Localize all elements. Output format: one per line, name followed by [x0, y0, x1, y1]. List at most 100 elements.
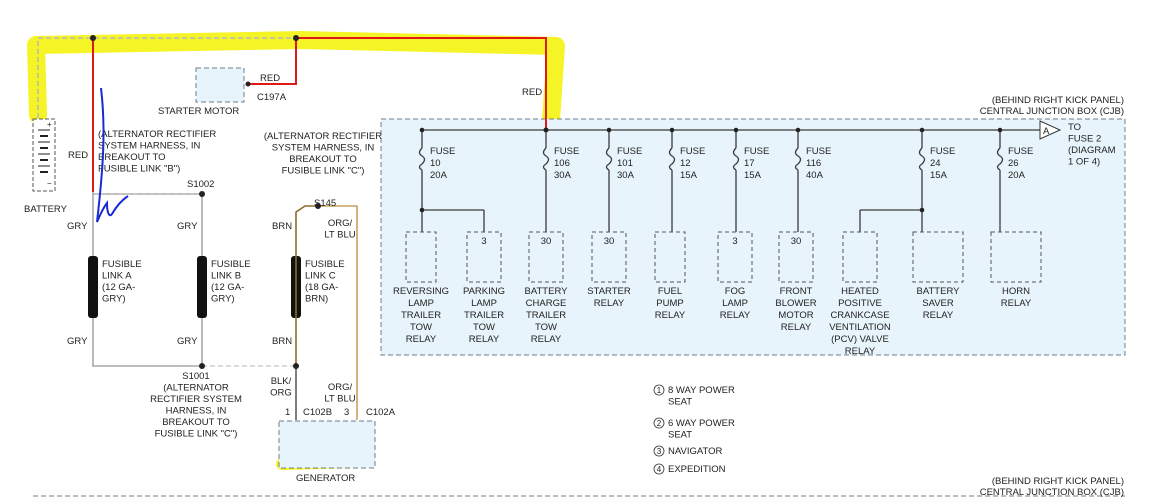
wire-blk-org-label: ORG	[270, 388, 292, 399]
red-wire-label-cjb: RED	[522, 87, 542, 98]
red-wire-label-starter: RED	[260, 73, 280, 84]
fuse-number: 10	[430, 158, 441, 169]
relay-label: RELAY	[655, 310, 686, 321]
alt-harness-c-note-bottom: HARNESS, IN	[166, 406, 227, 417]
fuse-amperage: 15A	[744, 170, 762, 181]
fuse-name: FUSE	[617, 146, 642, 157]
relay-label: (PCV) VALVE	[831, 334, 889, 345]
relay-pin: 3	[732, 236, 737, 247]
svg-text:+: +	[47, 120, 52, 129]
generator-label: GENERATOR	[296, 473, 355, 484]
fuse-name: FUSE	[430, 146, 455, 157]
alt-harness-b-note: (ALTERNATOR RECTIFIER	[98, 129, 216, 140]
relay-pin: 3	[481, 236, 486, 247]
wire-gry-label: GRY	[177, 336, 198, 347]
alt-harness-c-note-bottom: RECTIFIER SYSTEM	[150, 394, 242, 405]
relay-label: RELAY	[469, 334, 500, 345]
connector-a-label: A	[1043, 126, 1050, 137]
legend-number: 3	[657, 447, 662, 456]
fuse-number: 12	[680, 158, 691, 169]
relay-label: BATTERY	[525, 286, 569, 297]
alt-harness-c-note: BREAKOUT TO	[289, 154, 357, 165]
fuse-bus-node	[419, 127, 425, 133]
relay-label: CHARGE	[526, 298, 567, 309]
fuse-amperage: 15A	[930, 170, 948, 181]
relay-label: TOW	[535, 322, 557, 333]
to-fuse2-note: FUSE 2	[1068, 134, 1101, 145]
alt-harness-c-note-bottom: FUSIBLE LINK "C")	[155, 429, 238, 440]
relay-label: FUEL	[658, 286, 682, 297]
relay-label: HORN	[1002, 286, 1030, 297]
wire-blk-org-label: BLK/	[271, 376, 292, 387]
relay-pin: 30	[604, 236, 615, 247]
wiring-diagram: + − FUSE1020AFUSE10630AFUSE10130AFUSE121…	[24, 31, 1126, 498]
fusible-link-b-label: (12 GA-	[211, 282, 244, 293]
relay-box	[990, 231, 1042, 283]
relay-label: RELAY	[406, 334, 437, 345]
relay-label: SAVER	[922, 298, 954, 309]
relay-label: RELAY	[594, 298, 625, 309]
fuse-amperage: 40A	[806, 170, 824, 181]
splice-s145-label: S145	[314, 198, 336, 209]
relay-label: POSITIVE	[838, 298, 882, 309]
to-fuse2-note: 1 OF 4)	[1068, 157, 1100, 168]
relay-label: FRONT	[780, 286, 813, 297]
relay-label: RELAY	[531, 334, 562, 345]
legend-text: SEAT	[668, 430, 692, 441]
fusible-link-b-label: FUSIBLE	[211, 259, 251, 270]
relay-pin: 30	[541, 236, 552, 247]
fusible-link-a-label: FUSIBLE	[102, 259, 142, 270]
relay-label: CRANKCASE	[830, 310, 889, 321]
relay-label: PUMP	[656, 298, 683, 309]
starter-motor-label: STARTER MOTOR	[158, 106, 239, 117]
fuse-bus-node	[795, 127, 801, 133]
relay-box	[405, 231, 437, 283]
wire-brn-label: BRN	[272, 336, 292, 347]
fuse-amperage: 20A	[430, 170, 448, 181]
fusible-link-b-label: LINK B	[211, 271, 241, 282]
wire-org-lt-blu-label: ORG/	[328, 218, 353, 229]
splice-s1001	[199, 363, 205, 369]
legend-text: SEAT	[668, 397, 692, 408]
wire-org-lt-blu-label: LT BLU	[324, 230, 355, 241]
relay-label: RELAY	[720, 310, 751, 321]
fusible-link-b-label: GRY)	[211, 294, 235, 305]
fuse-bus-node	[543, 127, 549, 133]
fuse-name: FUSE	[930, 146, 955, 157]
fuse-bus-node	[733, 127, 739, 133]
connector-c197a-label: C197A	[257, 92, 287, 103]
splice-brn-bottom	[293, 363, 299, 369]
fuse-name: FUSE	[806, 146, 831, 157]
legend-text: 6 WAY POWER	[668, 418, 735, 429]
fusible-link-a-label: (12 GA-	[102, 282, 135, 293]
relay-label: REVERSING	[393, 286, 449, 297]
alt-harness-c-note: (ALTERNATOR RECTIFIER	[264, 131, 382, 142]
alt-harness-b-note: FUSIBLE LINK "B")	[98, 164, 180, 175]
fuse-number: 106	[554, 158, 570, 169]
relay-label: LAMP	[408, 298, 434, 309]
splice-starter	[245, 81, 251, 87]
wire-gry-label: GRY	[177, 221, 198, 232]
fuse-number: 116	[806, 158, 821, 169]
relay-split-node	[919, 207, 925, 213]
svg-text:−: −	[47, 179, 52, 188]
to-fuse2-note: (DIAGRAM	[1068, 145, 1116, 156]
fuse-bus-node	[919, 127, 925, 133]
generator-pin-3: 3	[344, 407, 349, 418]
fuse-bus-node	[606, 127, 612, 133]
legend-text: NAVIGATOR	[668, 446, 723, 457]
relay-label: RELAY	[781, 322, 812, 333]
wire-gry-label: GRY	[67, 336, 88, 347]
relay-split-node	[419, 207, 425, 213]
fusible-link-a-label: LINK A	[102, 271, 132, 282]
relay-label: VENTILATION	[829, 322, 891, 333]
wire-gry-label: GRY	[67, 221, 88, 232]
connector-c102b-label: C102B	[303, 407, 332, 418]
cjb-title: CENTRAL JUNCTION BOX (CJB)	[980, 106, 1124, 117]
alt-harness-c-note-bottom: BREAKOUT TO	[162, 417, 230, 428]
cjb-title: (BEHIND RIGHT KICK PANEL)	[992, 95, 1124, 106]
connector-c102a-label: C102A	[366, 407, 396, 418]
relay-label: BATTERY	[917, 286, 961, 297]
cjb-title-bottom: (BEHIND RIGHT KICK PANEL)	[992, 476, 1124, 487]
relay-label: PARKING	[463, 286, 505, 297]
